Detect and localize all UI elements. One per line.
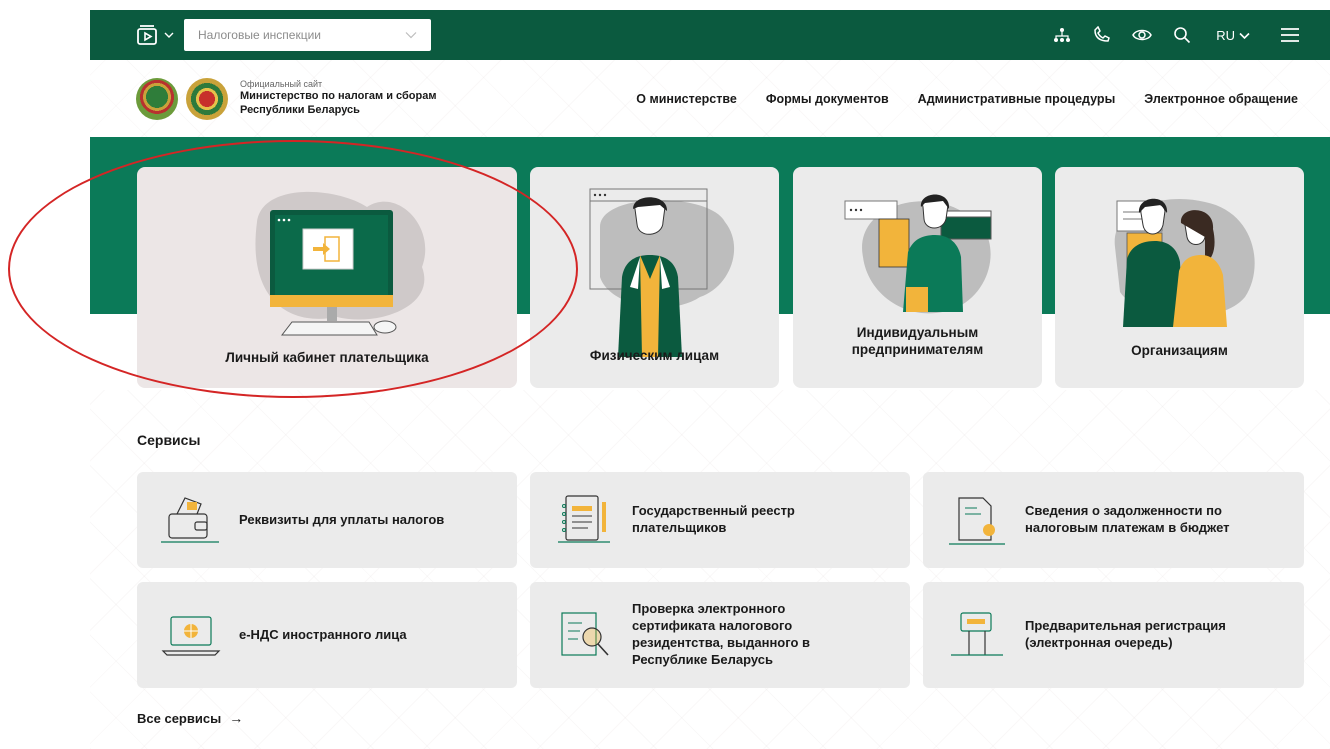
card-organizations[interactable]: Организациям (1055, 167, 1304, 388)
service-label-line2: налоговым платежам в бюджет (1025, 520, 1230, 535)
service-label-line1: е-НДС иностранного лица (239, 626, 407, 642)
services-heading: Сервисы (137, 432, 201, 448)
service-tax-requisites[interactable]: Реквизиты для уплаты налогов (137, 472, 517, 568)
language-switcher[interactable]: RU (1216, 28, 1254, 43)
service-tax-debt-info[interactable]: Сведения о задолженности по налоговым пл… (923, 472, 1304, 568)
service-label: е-НДС иностранного лица (239, 627, 407, 644)
card-label-individuals: Физическим лицам (589, 348, 720, 363)
hamburger-menu-icon[interactable] (1270, 19, 1310, 51)
service-label-line2: (электронная очередь) (1025, 635, 1173, 650)
service-label-line1: Реквизиты для уплаты налогов (239, 511, 445, 527)
inspection-select[interactable]: Налоговые инспекции (184, 19, 431, 51)
eye-icon[interactable] (1122, 19, 1162, 51)
site-title-line2: Республики Беларусь (240, 104, 360, 117)
site-subtitle: Официальный сайт (240, 79, 323, 90)
service-label-line1: Сведения о задолженности по (1025, 503, 1222, 519)
wallet-card-icon (161, 497, 219, 543)
service-label-line2: плательщиков (632, 520, 727, 535)
page-ornament (90, 390, 1330, 749)
site-header: Официальный сайт Министерство по налогам… (90, 60, 1330, 137)
logo-link[interactable]: Официальный сайт Министерство по налогам… (136, 77, 437, 120)
service-label-line1: Государственный реестр (632, 503, 795, 519)
all-services-label: Все сервисы (137, 710, 222, 726)
register-document-icon (558, 495, 610, 543)
all-services-link[interactable]: Все сервисы → (137, 710, 243, 726)
phone-icon[interactable] (1082, 19, 1122, 51)
service-label: Проверка электронного сертификата налого… (632, 601, 810, 669)
nav-admin-procedures[interactable]: Административные процедуры (918, 92, 1116, 106)
card-label-entrepreneurs: Индивидуальным предпринимателям (793, 325, 1042, 359)
service-label: Реквизиты для уплаты налогов (239, 512, 444, 529)
person-illustration (589, 188, 735, 357)
arrow-right-icon: → (229, 710, 244, 726)
main-nav: О министерстве Формы документов Админист… (607, 92, 1298, 106)
computer-login-illustration (255, 191, 426, 336)
service-label-line4: Республике Беларусь (632, 651, 773, 667)
top-bar: Налоговые инспекции RU (90, 10, 1330, 60)
entrepreneur-illustration (844, 194, 992, 314)
video-menu-button[interactable] (136, 24, 174, 46)
inspection-select-value: Налоговые инспекции (198, 28, 321, 42)
card-entrepreneurs[interactable]: Индивидуальным предпринимателям (793, 167, 1042, 388)
card-label-cabinet: Личный кабинет плательщика (225, 350, 429, 365)
card-label-organizations: Организациям (1131, 343, 1228, 358)
laptop-globe-icon (161, 616, 221, 656)
debt-document-icon (949, 497, 1005, 545)
chevron-down-icon (164, 31, 174, 39)
card-individuals[interactable]: Физическим лицам (530, 167, 779, 388)
queue-terminal-icon (951, 612, 1003, 656)
nav-about-ministry[interactable]: О министерстве (636, 92, 737, 106)
card-label-entrepreneurs-line2: предпринимателям (851, 341, 984, 357)
service-pre-registration[interactable]: Предварительная регистрация (электронная… (923, 582, 1304, 688)
service-label-line3: резидентства, выданного в (632, 635, 811, 650)
service-state-register[interactable]: Государственный реестр плательщиков (530, 472, 910, 568)
service-label: Государственный реестр плательщиков (632, 503, 795, 537)
service-e-vat-foreign[interactable]: е-НДС иностранного лица (137, 582, 517, 688)
search-icon[interactable] (1162, 19, 1202, 51)
service-residency-certificate-check[interactable]: Проверка электронного сертификата налого… (530, 582, 910, 688)
language-label: RU (1216, 27, 1235, 43)
service-label: Сведения о задолженности по налоговым пл… (1025, 503, 1230, 537)
site-title-line1: Министерство по налогам и сборам (240, 90, 437, 103)
nav-e-appeal[interactable]: Электронное обращение (1144, 92, 1298, 106)
sitemap-icon[interactable] (1042, 19, 1082, 51)
card-taxpayer-cabinet[interactable]: Личный кабинет плательщика (137, 167, 517, 388)
chevron-down-icon (405, 28, 417, 42)
certificate-search-icon (561, 612, 609, 656)
service-label: Предварительная регистрация (электронная… (1025, 618, 1226, 652)
service-label-line1: Предварительная регистрация (1025, 618, 1226, 634)
service-label-line1: Проверка электронного (632, 601, 786, 617)
card-label-entrepreneurs-line1: Индивидуальным (856, 325, 979, 340)
belarus-emblem-icon (136, 77, 178, 120)
ministry-emblem-icon (186, 77, 228, 120)
nav-document-forms[interactable]: Формы документов (766, 92, 889, 106)
service-label-line2: сертификата налогового (632, 618, 793, 634)
tv-icon (136, 24, 158, 46)
chevron-down-icon (1239, 28, 1250, 43)
organization-illustration (1114, 198, 1255, 327)
